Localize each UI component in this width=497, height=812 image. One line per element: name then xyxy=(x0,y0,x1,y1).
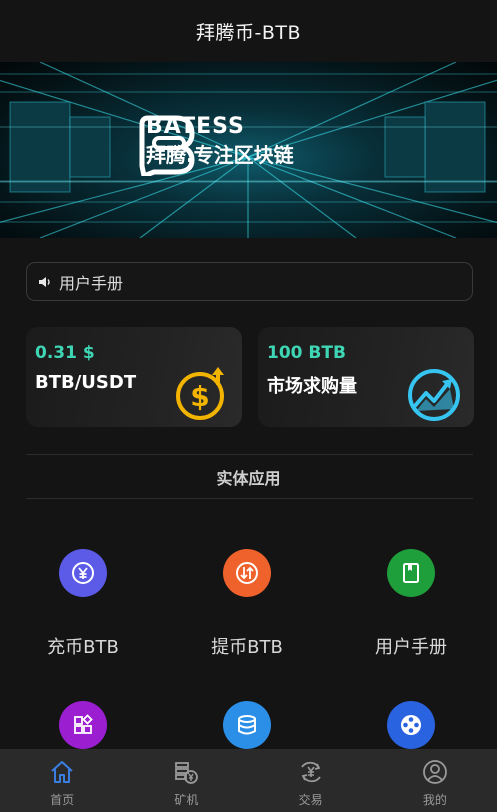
demand-value: 100 BTB xyxy=(267,343,346,363)
trade-icon xyxy=(300,761,321,783)
batess-logo-icon xyxy=(139,115,195,176)
video-icon-circle xyxy=(387,701,435,749)
user-icon xyxy=(422,760,447,784)
database-icon-circle xyxy=(223,701,271,749)
notice-text: 用户手册 xyxy=(59,273,124,293)
tab-label: 首页 xyxy=(50,793,75,807)
tab-home[interactable]: 首页 xyxy=(0,749,124,812)
apps-grid-icon xyxy=(74,714,93,734)
app-database[interactable] xyxy=(177,701,317,749)
withdraw-icon-circle xyxy=(223,549,271,597)
dollar-coin-icon: $ xyxy=(176,367,224,420)
manual-icon-circle xyxy=(387,549,435,597)
tab-profile[interactable]: 我的 xyxy=(373,749,497,812)
yuan-exchange-icon xyxy=(72,562,94,584)
page-title: 拜腾币-BTB xyxy=(195,21,302,44)
price-pair: BTB/USDT xyxy=(35,372,137,393)
tab-miner[interactable]: 矿机 xyxy=(124,749,248,812)
trend-chart-icon xyxy=(408,369,460,421)
app-withdraw-btb[interactable]: 提币BTB xyxy=(177,549,317,659)
price-value: 0.31 $ xyxy=(35,343,95,363)
database-icon xyxy=(238,715,256,735)
demand-card[interactable]: 100 BTB 市场求购量 xyxy=(258,327,474,427)
section-divider-top xyxy=(26,454,473,455)
price-card[interactable]: 0.31 $ BTB/USDT $ xyxy=(26,327,242,427)
apps-icon-circle xyxy=(59,701,107,749)
miner-icon xyxy=(175,762,199,784)
tab-label: 交易 xyxy=(298,793,323,807)
svg-text:$: $ xyxy=(190,380,209,413)
book-icon xyxy=(403,563,419,583)
banner[interactable]: BATESS 拜腾.专注区块链 xyxy=(0,62,497,238)
app-video[interactable] xyxy=(341,701,481,749)
tab-label: 矿机 xyxy=(174,793,199,807)
app-label: 充币BTB xyxy=(47,637,119,658)
demand-label: 市场求购量 xyxy=(267,376,357,397)
deposit-icon-circle xyxy=(59,549,107,597)
app-user-manual[interactable]: 用户手册 xyxy=(341,549,481,659)
speaker-icon xyxy=(39,276,50,287)
film-reel-icon xyxy=(401,715,421,735)
home-icon xyxy=(51,761,73,783)
section-divider-bottom xyxy=(26,498,473,499)
app-label: 提币BTB xyxy=(211,637,283,658)
app-label: 用户手册 xyxy=(375,637,447,658)
app-deposit-btb[interactable]: 充币BTB xyxy=(13,549,153,659)
brand-logo: BATESS 拜腾.专注区块链 xyxy=(134,114,294,176)
tab-trade[interactable]: 交易 xyxy=(249,749,373,812)
app-applications[interactable] xyxy=(13,701,153,749)
section-title: 实体应用 xyxy=(216,469,281,488)
transfer-icon xyxy=(236,562,258,584)
bottom-tab-bar: 首页 矿机 交易 我的 xyxy=(0,749,497,812)
tab-label: 我的 xyxy=(422,793,447,807)
top-bar: 拜腾币-BTB xyxy=(0,0,497,62)
notice-bar[interactable]: 用户手册 xyxy=(26,262,473,301)
